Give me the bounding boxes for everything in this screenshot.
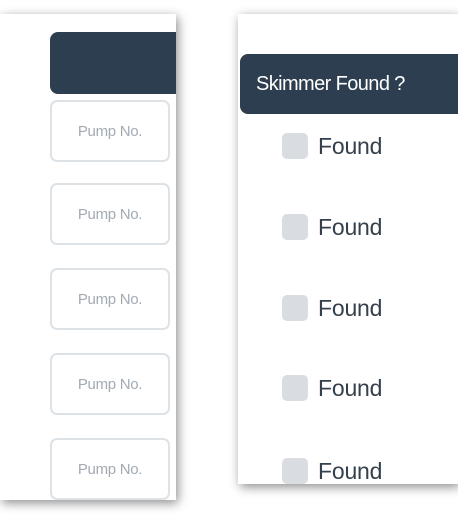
pump-number-placeholder: Pump No.	[77, 460, 143, 478]
pump-number-input[interactable]: Pump No.	[50, 438, 170, 500]
found-checkbox[interactable]	[282, 214, 308, 240]
pump-number-input[interactable]: Pump No.	[50, 183, 170, 245]
found-label: Found	[318, 294, 383, 321]
found-checkbox-row[interactable]: Found	[282, 373, 382, 403]
pump-number-placeholder: Pump No.	[77, 122, 143, 140]
pump-number-placeholder: Pump No.	[77, 290, 143, 308]
found-label: Found	[318, 374, 383, 401]
found-checkbox-row[interactable]: Found	[282, 131, 382, 161]
found-label: Found	[318, 457, 383, 484]
pump-number-input[interactable]: Pump No.	[50, 100, 170, 162]
pump-number-input[interactable]: Pump No.	[50, 353, 170, 415]
pump-column-header	[50, 32, 176, 94]
found-label: Found	[318, 132, 383, 159]
found-checkbox-row[interactable]: Found	[282, 212, 382, 242]
found-checkbox[interactable]	[282, 133, 308, 159]
found-checkbox-row[interactable]: Found	[282, 456, 382, 484]
pump-number-card: Pump No. Pump No. Pump No. Pump No. Pump…	[0, 14, 176, 500]
pump-number-placeholder: Pump No.	[77, 205, 143, 223]
skimmer-found-header: Skimmer Found ?	[240, 54, 458, 114]
screenshot-stage: Pump No. Pump No. Pump No. Pump No. Pump…	[0, 0, 458, 514]
pump-number-placeholder: Pump No.	[77, 375, 143, 393]
skimmer-found-card: Skimmer Found ? Found Found Found Found …	[238, 14, 458, 484]
found-checkbox[interactable]	[282, 295, 308, 321]
found-checkbox[interactable]	[282, 458, 308, 484]
pump-number-input[interactable]: Pump No.	[50, 268, 170, 330]
found-label: Found	[318, 213, 383, 240]
found-checkbox-row[interactable]: Found	[282, 293, 382, 323]
found-checkbox[interactable]	[282, 375, 308, 401]
